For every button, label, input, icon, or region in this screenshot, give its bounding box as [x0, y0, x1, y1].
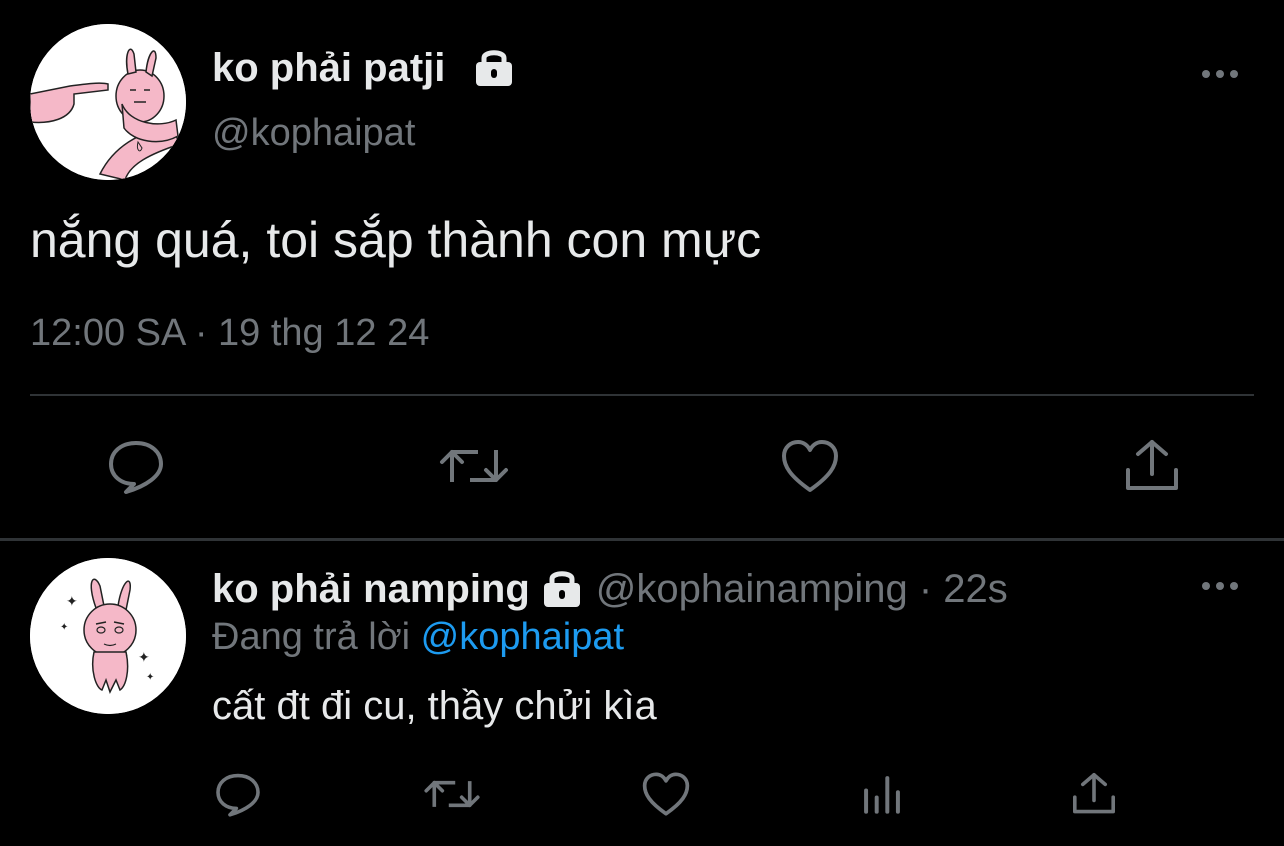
reply-handle-time: @kophainamping · 22s: [596, 566, 1008, 612]
avatar[interactable]: [30, 24, 186, 180]
svg-text:✦: ✦: [60, 622, 68, 633]
views-button[interactable]: [856, 768, 908, 820]
like-button[interactable]: [778, 436, 842, 496]
mention-link[interactable]: @kophaipat: [421, 616, 624, 658]
share-button[interactable]: [1120, 436, 1184, 496]
share-icon: [1073, 773, 1115, 814]
meta-separator: ·: [918, 567, 933, 611]
replying-to-label: Đang trả lời: [212, 616, 411, 658]
avatar[interactable]: ✦ ✦ ✦ ✦: [30, 558, 186, 714]
share-button[interactable]: [1068, 768, 1120, 820]
retweet-icon: [440, 450, 508, 482]
lock-icon: [540, 569, 584, 609]
like-icon: [642, 772, 690, 816]
reply-icon: [109, 441, 163, 494]
avatar-image-sparkle-bunny: ✦ ✦ ✦ ✦: [30, 558, 186, 714]
like-button[interactable]: [638, 768, 694, 820]
user-handle[interactable]: @kophaipat: [212, 110, 415, 156]
divider: [0, 538, 1284, 541]
tweet-time: 12:00 SA: [30, 312, 185, 354]
lock-icon: [472, 48, 516, 88]
divider: [30, 394, 1254, 396]
tweet-timestamp[interactable]: 12:00 SA · 19 thg 12 24: [30, 310, 429, 356]
svg-text:✦: ✦: [66, 594, 78, 610]
tweet-time-ago[interactable]: 22s: [943, 567, 1008, 611]
like-icon: [782, 440, 838, 492]
tweet-date: 19 thg 12 24: [218, 312, 430, 354]
more-options-icon[interactable]: [1196, 58, 1244, 90]
views-icon: [864, 776, 900, 814]
more-options-icon[interactable]: [1196, 570, 1244, 602]
tweet-text: cất đt đi cu, thầy chửi kìa: [212, 684, 657, 728]
replying-to: Đang trả lời @kophaipat: [212, 614, 624, 660]
tweet-thread-page: ko phải patji @kophaipat nắng quá, toi s…: [0, 0, 1284, 846]
avatar-image-pointing-bunny: [30, 24, 186, 180]
retweet-button[interactable]: [438, 436, 510, 496]
reply-button[interactable]: [212, 768, 264, 820]
retweet-button[interactable]: [420, 768, 484, 820]
svg-text:✦: ✦: [146, 672, 154, 683]
user-handle[interactable]: @kophainamping: [596, 567, 908, 611]
display-name[interactable]: ko phải namping: [212, 566, 530, 612]
retweet-icon: [424, 780, 480, 808]
svg-text:✦: ✦: [138, 650, 150, 666]
display-name[interactable]: ko phải patji: [212, 44, 445, 92]
tweet-text: nắng quá, toi sắp thành con mực: [30, 212, 762, 268]
meta-separator: ·: [194, 312, 208, 354]
reply-header: ko phải namping @kophainamping · 22s: [212, 566, 1008, 612]
reply-button[interactable]: [104, 436, 168, 496]
reply-icon: [216, 773, 260, 817]
share-icon: [1126, 440, 1178, 490]
